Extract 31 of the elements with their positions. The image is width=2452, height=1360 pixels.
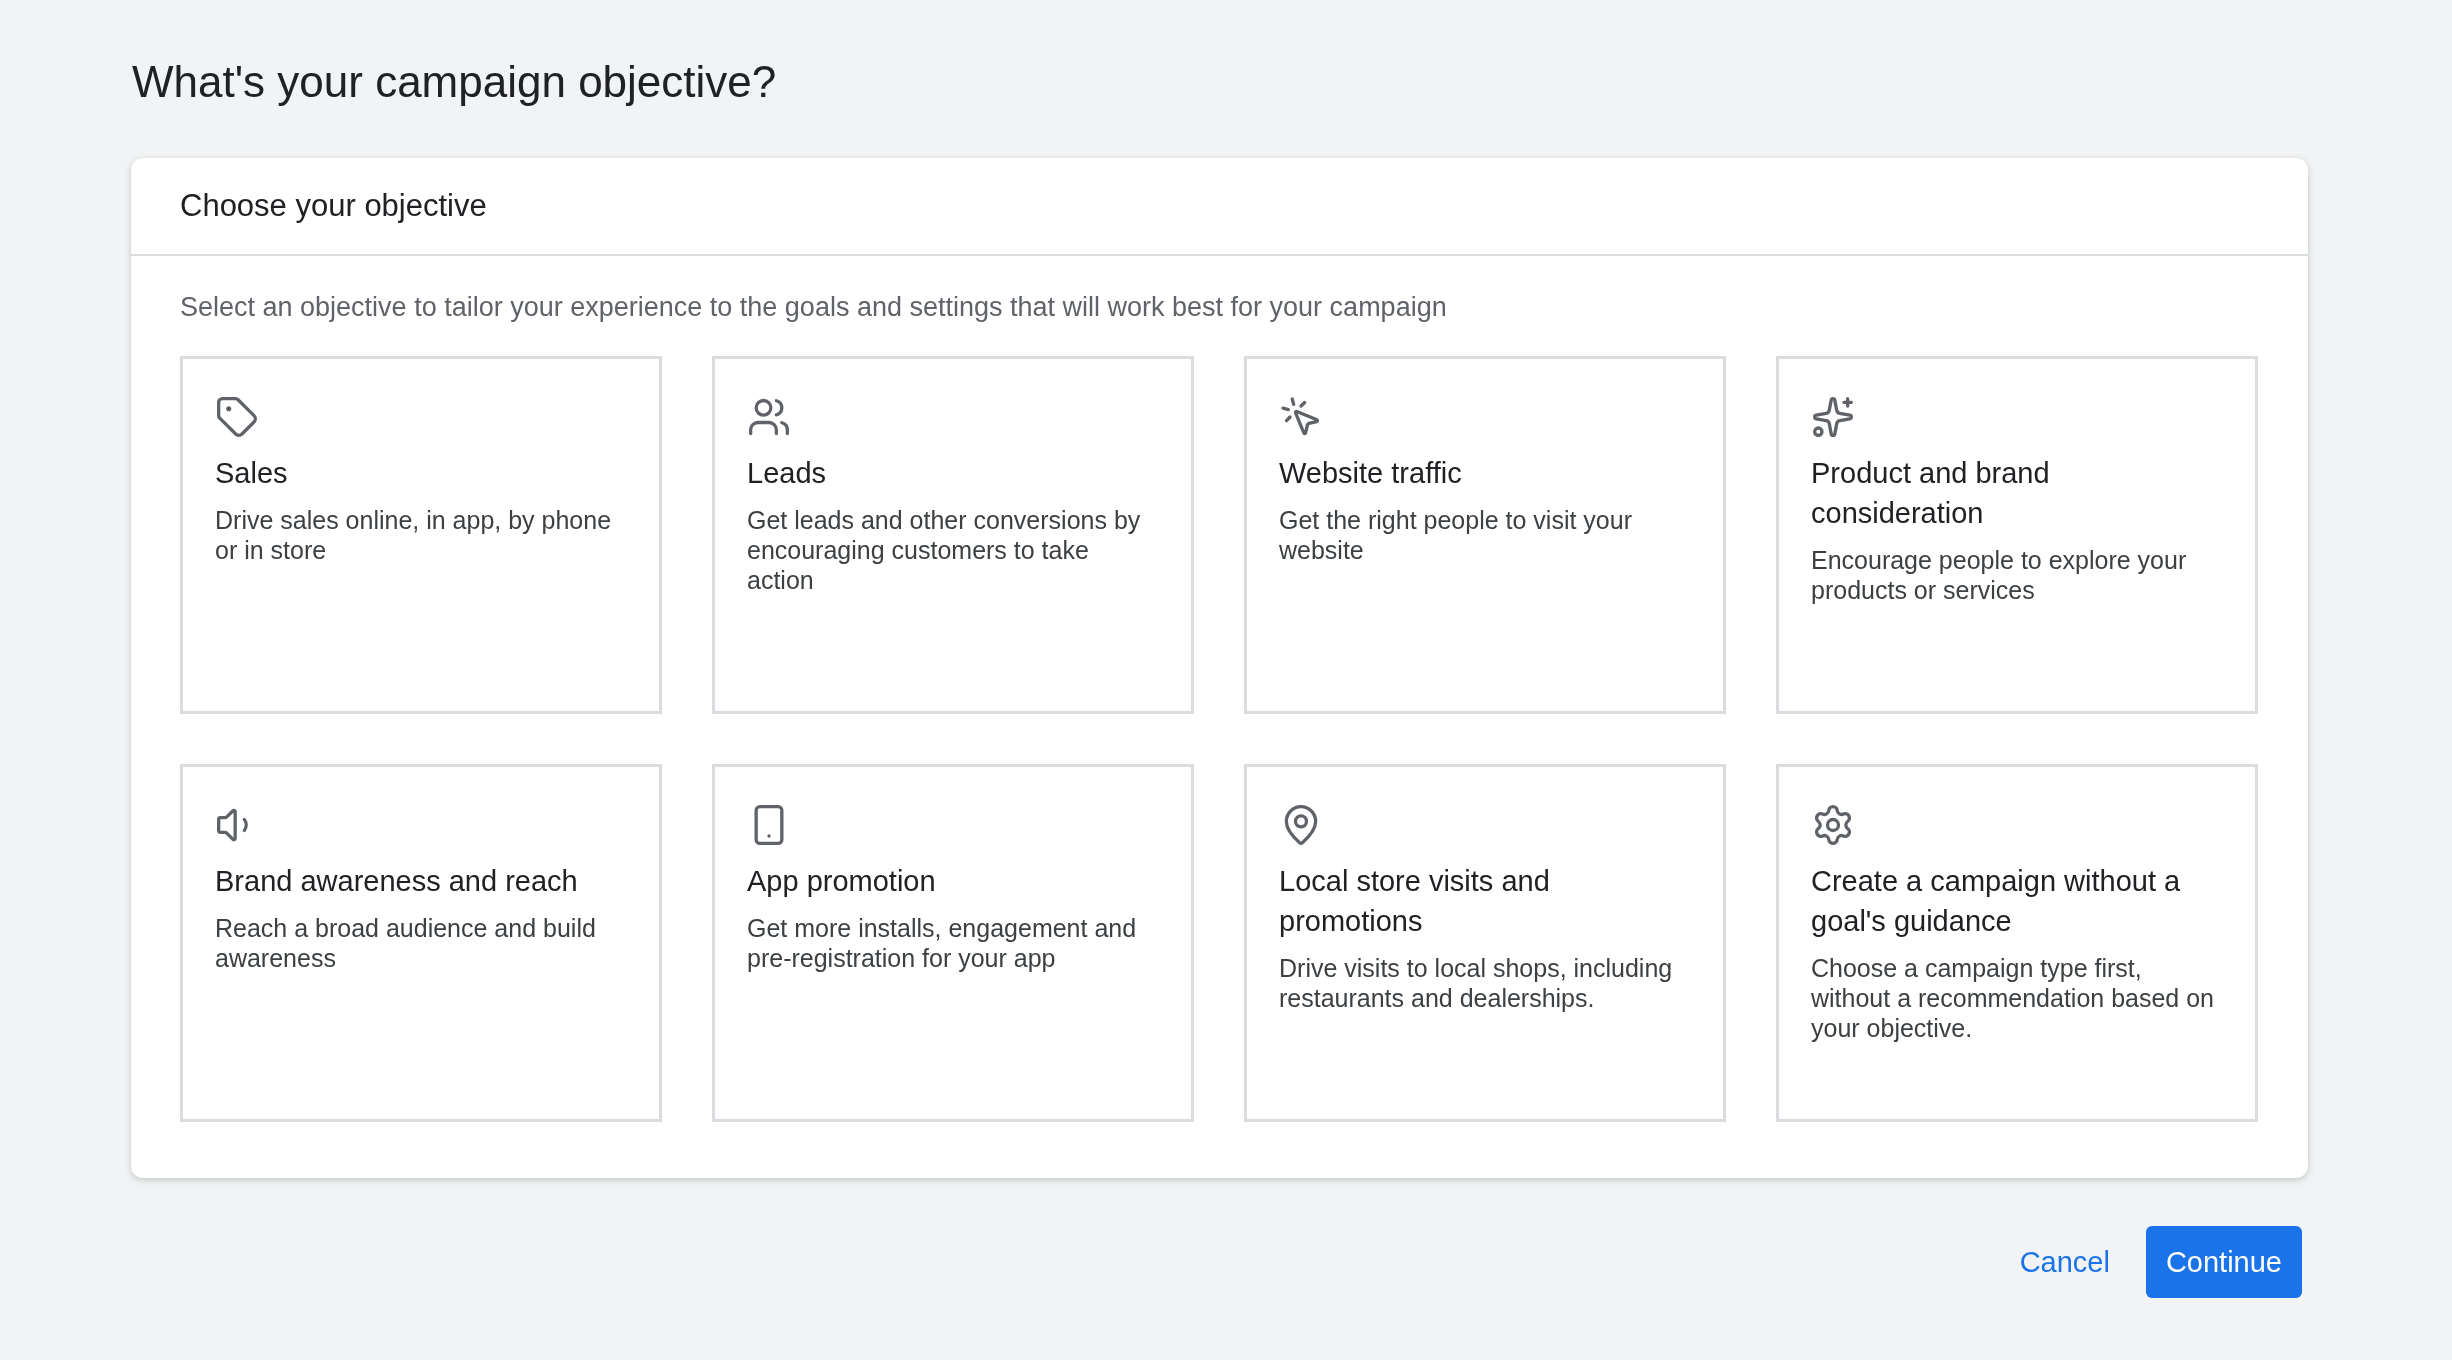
card-description: Select an objective to tailor your experience to the goals and settings that will work best for your campaign (180, 292, 1448, 323)
objective-title: Leads (747, 456, 827, 491)
cancel-button[interactable]: Cancel (2019, 1226, 2110, 1298)
objective-title: Brand awareness and reach (215, 864, 579, 899)
objective-option[interactable]: Product and brand consideration Encourage people to explore your products or services (1776, 356, 2258, 714)
objective-description: Drive sales online, in app, by phone or in store (215, 505, 613, 565)
objective-option[interactable]: Website traffic Get the right people to visit your website (1244, 356, 1726, 714)
sparkles-icon (1811, 395, 1855, 439)
objective-title: Website traffic (1279, 456, 1463, 491)
objective-title: Local store visits and promotions (1279, 864, 1551, 939)
objective-option[interactable]: Leads Get leads and other conversions by encouraging customers to take action (712, 356, 1194, 714)
objective-description: Reach a broad audience and build awareness (215, 913, 597, 973)
card-title: Choose your objective (131, 158, 2308, 256)
page-title: What's your campaign objective? (132, 56, 778, 108)
continue-button[interactable]: Continue (2145, 1226, 2302, 1298)
objective-description: Encourage people to explore your products or services (1811, 545, 2188, 605)
objective-description: Drive visits to local shops, including restaurants and dealerships. (1279, 953, 1674, 1013)
tag-icon (215, 395, 259, 439)
objective-title: Create a campaign without a goal's guidance (1811, 864, 2182, 939)
objective-title: Product and brand consideration (1811, 456, 2051, 531)
objective-description: Get the right people to visit your website (1279, 505, 1633, 565)
objective-description: Get leads and other conversions by encouraging customers to take action (747, 505, 1142, 595)
objective-option[interactable]: Sales Drive sales online, in app, by phone or in store (180, 356, 662, 714)
objective-option[interactable]: Create a campaign without a goal's guidance Choose a campaign type first, without a recommendation based on your objective. (1776, 764, 2258, 1122)
objective-option[interactable]: App promotion Get more installs, engagement and pre-registration for your app (712, 764, 1194, 1122)
objective-description: Choose a campaign type first, without a recommendation based on your objective. (1811, 953, 2216, 1043)
objective-option[interactable]: Brand awareness and reach Reach a broad audience and build awareness (180, 764, 662, 1122)
objective-title: Sales (215, 456, 289, 491)
objective-description: Get more installs, engagement and pre-registration for your app (747, 913, 1138, 973)
objective-option[interactable]: Local store visits and promotions Drive visits to local shops, including restaurants and dealerships. (1244, 764, 1726, 1122)
objective-title: App promotion (747, 864, 937, 899)
